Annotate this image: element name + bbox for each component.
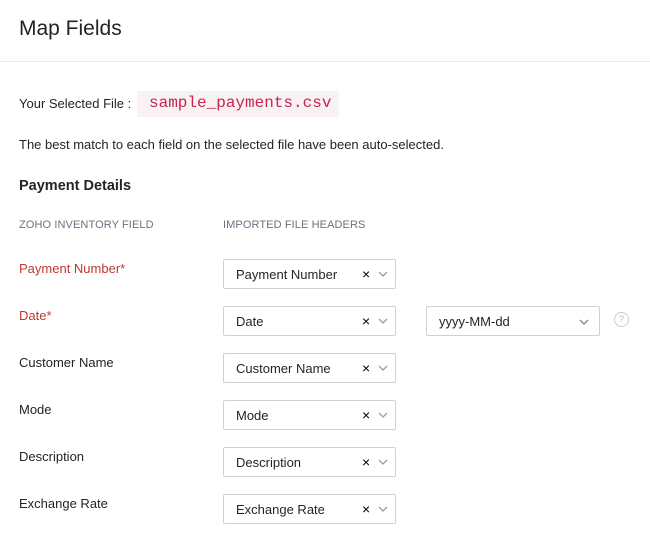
exchange-rate-select[interactable]: Exchange Rate × [223,494,396,524]
field-label-description: Description [19,449,85,464]
auto-select-info: The best match to each field on the sele… [19,137,444,152]
chevron-down-icon[interactable] [377,503,389,515]
clear-icon[interactable]: × [362,313,370,329]
clear-icon[interactable]: × [362,266,370,282]
selected-file-label: Your Selected File : [19,96,132,111]
select-value: Description [236,455,302,470]
clear-icon[interactable]: × [362,454,370,470]
field-label-mode: Mode [19,402,52,417]
select-value: Exchange Rate [236,502,325,517]
date-select[interactable]: Date × [223,306,396,336]
help-icon[interactable]: ? [614,312,629,327]
clear-icon[interactable]: × [362,360,370,376]
field-label-payment-number: Payment Number* [19,261,126,276]
section-title: Payment Details [19,178,132,194]
select-value: Date [236,314,264,329]
field-label-exchange-rate: Exchange Rate [19,496,108,511]
page-title: Map Fields [19,17,122,40]
date-format-value: yyyy-MM-dd [439,314,510,329]
chevron-down-icon[interactable] [377,456,389,468]
mode-select[interactable]: Mode × [223,400,396,430]
customer-name-select[interactable]: Customer Name × [223,353,396,383]
chevron-down-icon[interactable] [377,315,389,327]
field-label-date: Date* [19,308,52,323]
clear-icon[interactable]: × [362,407,370,423]
payment-number-select[interactable]: Payment Number × [223,259,396,289]
select-value: Mode [236,408,269,423]
column-header-imported: IMPORTED FILE HEADERS [223,219,366,231]
column-header-field: ZOHO INVENTORY FIELD [19,219,154,231]
chevron-down-icon[interactable] [578,316,590,328]
chevron-down-icon[interactable] [377,362,389,374]
select-value: Payment Number [236,267,338,282]
clear-icon[interactable]: × [362,501,370,517]
chevron-down-icon[interactable] [377,268,389,280]
description-select[interactable]: Description × [223,447,396,477]
field-label-customer-name: Customer Name [19,355,114,370]
selected-file-name: sample_payments.csv [137,91,340,117]
select-value: Customer Name [236,361,331,376]
date-format-select[interactable]: yyyy-MM-dd [426,306,600,336]
chevron-down-icon[interactable] [377,409,389,421]
